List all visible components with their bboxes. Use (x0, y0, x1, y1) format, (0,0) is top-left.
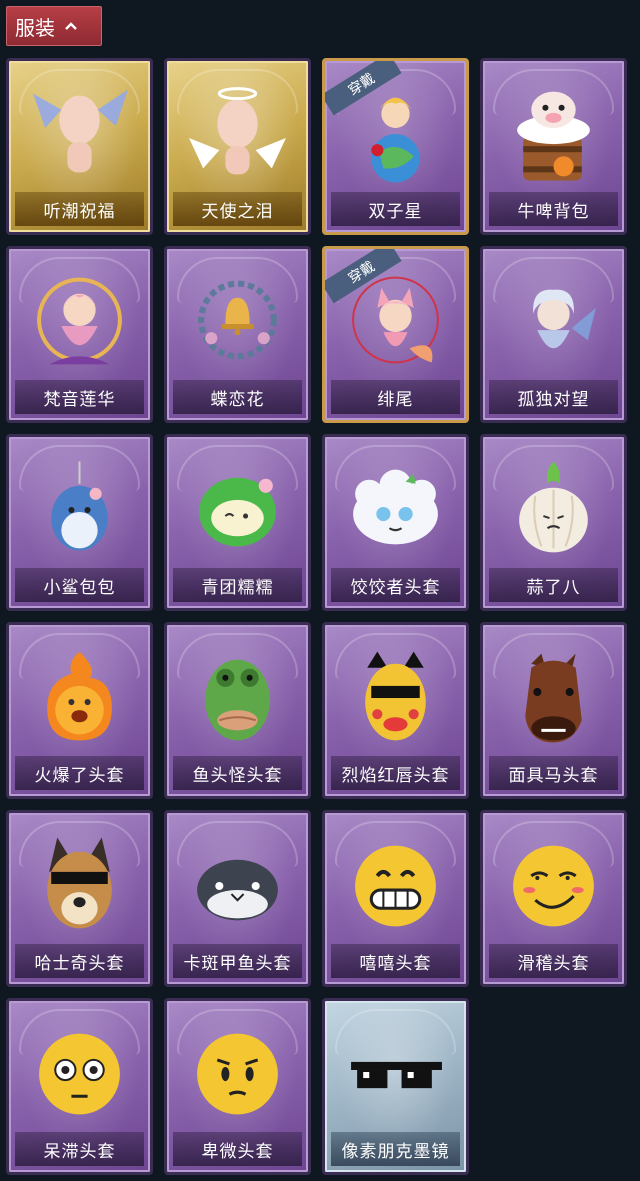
shark-bag-icon (27, 453, 132, 563)
horse-head-icon (501, 641, 606, 751)
costume-card[interactable]: 鱼头怪头套 (164, 622, 311, 799)
dumpling-head-icon (343, 453, 448, 563)
costume-card[interactable]: 嘻嘻头套 (322, 810, 469, 987)
costume-name: 蒜了八 (489, 568, 618, 602)
costume-card[interactable]: 哈士奇头套 (6, 810, 153, 987)
pixel-sunglasses-icon (343, 1017, 448, 1127)
costume-card[interactable]: 蒜了八 (480, 434, 627, 611)
chevron-up-icon (65, 20, 77, 32)
costume-name: 嘻嘻头套 (331, 944, 460, 978)
costume-card[interactable]: 面具马头套 (480, 622, 627, 799)
costume-name: 孤独对望 (489, 380, 618, 414)
costume-name: 蝶恋花 (173, 380, 302, 414)
costume-name: 听潮祝福 (15, 192, 144, 226)
grin-emoji-icon (343, 829, 448, 939)
costume-name: 哈士奇头套 (15, 944, 144, 978)
costume-name: 卡斑甲鱼头套 (173, 944, 302, 978)
costume-card[interactable]: 火爆了头套 (6, 622, 153, 799)
costume-card[interactable]: 听潮祝福 (6, 58, 153, 235)
whale-head-icon (185, 829, 290, 939)
green-dumpling-icon (185, 453, 290, 563)
category-title: 服装 (15, 15, 55, 40)
costume-name: 滑稽头套 (489, 944, 618, 978)
humble-emoji-icon (185, 1017, 290, 1127)
costume-name: 烈焰红唇头套 (331, 756, 460, 790)
costume-card[interactable]: 卡斑甲鱼头套 (164, 810, 311, 987)
garlic-icon (501, 453, 606, 563)
costume-name: 双子星 (331, 192, 460, 226)
fish-head-icon (185, 641, 290, 751)
costume-card[interactable]: 穿戴 双子星 (322, 58, 469, 235)
costume-name: 鱼头怪头套 (173, 756, 302, 790)
costume-name: 牛啤背包 (489, 192, 618, 226)
costume-card[interactable]: 小鲨包包 (6, 434, 153, 611)
costume-name: 火爆了头套 (15, 756, 144, 790)
lotus-doll-icon (27, 265, 132, 375)
costume-name: 绯尾 (331, 380, 460, 414)
costume-card[interactable]: 梵音莲华 (6, 246, 153, 423)
costume-card[interactable]: 穿戴 绯尾 (322, 246, 469, 423)
costume-name: 梵音莲华 (15, 380, 144, 414)
costume-card[interactable]: 烈焰红唇头套 (322, 622, 469, 799)
costume-card[interactable]: 青团糯糯 (164, 434, 311, 611)
costume-name: 卑微头套 (173, 1132, 302, 1166)
costume-card[interactable]: 卑微头套 (164, 998, 311, 1175)
costume-card[interactable]: 像素朋克墨镜 (322, 998, 469, 1175)
costume-name: 像素朋克墨镜 (331, 1132, 460, 1166)
husky-head-icon (27, 829, 132, 939)
costume-card[interactable]: 滑稽头套 (480, 810, 627, 987)
white-hair-doll-icon (501, 265, 606, 375)
costume-name: 饺饺者头套 (331, 568, 460, 602)
doll-wings-icon (27, 77, 132, 187)
costume-grid: 听潮祝福 天使之泪 穿戴 双子星 牛啤背包梵音莲华 蝶恋花 穿戴 绯尾 孤独对望小鲨包包 青团糯糯… (6, 58, 627, 1175)
costume-name: 天使之泪 (173, 192, 302, 226)
doll-halo-icon (185, 77, 290, 187)
costume-card[interactable]: 饺饺者头套 (322, 434, 469, 611)
costume-name: 小鲨包包 (15, 568, 144, 602)
costume-name: 青团糯糯 (173, 568, 302, 602)
bell-wreath-icon (185, 265, 290, 375)
costume-card[interactable]: 牛啤背包 (480, 58, 627, 235)
costume-name: 呆滞头套 (15, 1132, 144, 1166)
stare-emoji-icon (27, 1017, 132, 1127)
costume-card[interactable]: 孤独对望 (480, 246, 627, 423)
yellow-mask-icon (343, 641, 448, 751)
costume-card[interactable]: 天使之泪 (164, 58, 311, 235)
fire-head-icon (27, 641, 132, 751)
costume-card[interactable]: 呆滞头套 (6, 998, 153, 1175)
category-header[interactable]: 服装 (6, 6, 102, 46)
funny-emoji-icon (501, 829, 606, 939)
cow-beer-barrel-icon (501, 77, 606, 187)
costume-name: 面具马头套 (489, 756, 618, 790)
costume-card[interactable]: 蝶恋花 (164, 246, 311, 423)
